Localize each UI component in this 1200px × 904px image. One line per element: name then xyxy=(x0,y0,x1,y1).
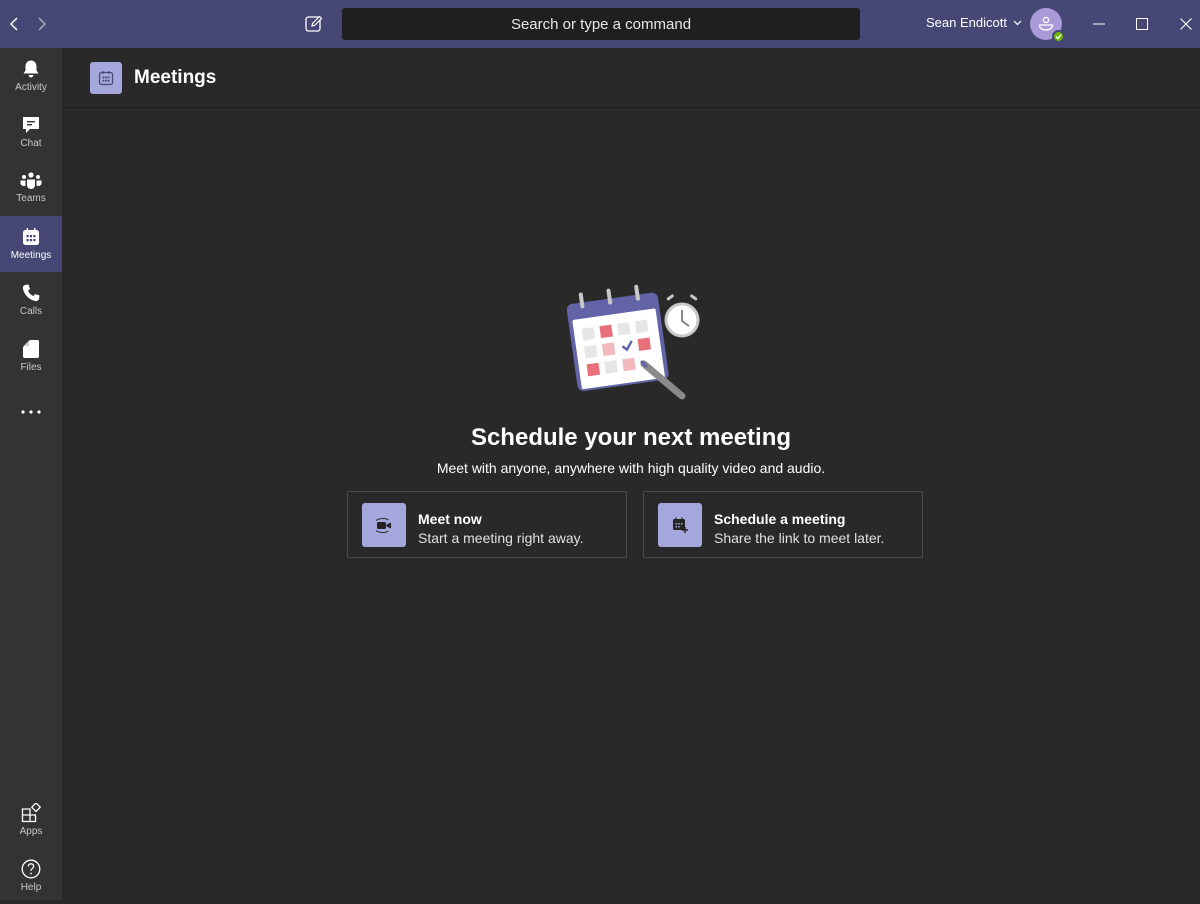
rail-label: Activity xyxy=(15,82,47,93)
rail-item-files[interactable]: Files xyxy=(0,328,62,384)
rail-item-activity[interactable]: Activity xyxy=(0,48,62,104)
minimize-icon xyxy=(1093,23,1105,25)
search-placeholder: Search or type a command xyxy=(510,15,692,33)
empty-state-headline: Schedule your next meeting xyxy=(470,424,792,451)
calendar-icon xyxy=(23,228,39,245)
rail-item-chat[interactable]: Chat xyxy=(0,104,62,160)
minimize-button[interactable] xyxy=(1087,12,1111,36)
calendar-add-icon xyxy=(673,517,688,533)
new-chat-button[interactable] xyxy=(302,12,326,36)
phone-icon xyxy=(22,284,40,302)
card-description: Share the link to meet later. xyxy=(714,530,885,546)
checkmark-icon xyxy=(1055,34,1062,40)
rail-label: Meetings xyxy=(10,250,52,261)
chat-icon xyxy=(23,117,39,133)
rail-item-apps[interactable]: Apps xyxy=(0,792,62,848)
close-button[interactable] xyxy=(1174,12,1198,36)
file-icon xyxy=(23,340,39,358)
help-icon xyxy=(21,859,41,879)
avatar[interactable] xyxy=(1030,8,1065,43)
teams-icon xyxy=(20,172,42,189)
card-icon-box xyxy=(658,503,702,547)
maximize-icon xyxy=(1136,18,1148,30)
card-title: Schedule a meeting xyxy=(714,511,846,527)
back-button[interactable] xyxy=(4,12,24,36)
page-header: Meetings xyxy=(62,48,1200,108)
schedule-meeting-button[interactable]: Schedule a meeting Share the link to mee… xyxy=(643,491,923,558)
maximize-button[interactable] xyxy=(1130,12,1154,36)
header-app-icon xyxy=(90,62,122,94)
user-menu[interactable]: Sean Endicott xyxy=(926,15,1022,30)
search-input[interactable]: Search or type a command xyxy=(342,8,860,40)
card-icon-box xyxy=(362,503,406,547)
apps-icon xyxy=(21,803,41,823)
close-icon xyxy=(1180,18,1192,30)
rail-item-calls[interactable]: Calls xyxy=(0,272,62,328)
rail-item-help[interactable]: Help xyxy=(0,848,62,904)
rail-label: Calls xyxy=(19,306,43,317)
title-bar: Search or type a command Sean Endicott xyxy=(0,0,1200,48)
chevron-down-icon xyxy=(1013,20,1022,25)
card-title: Meet now xyxy=(418,511,482,527)
chevron-right-icon xyxy=(38,17,47,31)
page-title: Meetings xyxy=(134,67,217,88)
video-camera-icon xyxy=(375,518,391,533)
person-icon xyxy=(1038,16,1054,31)
rail-item-teams[interactable]: Teams xyxy=(0,160,62,216)
calendar-icon xyxy=(98,71,114,86)
compose-icon xyxy=(305,15,323,32)
presence-badge xyxy=(1052,30,1065,43)
more-apps-button[interactable] xyxy=(0,384,62,440)
main-content: Meetings Schedule your next meeting Meet… xyxy=(62,48,1200,900)
chevron-left-icon xyxy=(9,17,18,31)
rail-label: Apps xyxy=(19,826,43,837)
rail-label: Teams xyxy=(16,193,46,204)
calendar-illustration xyxy=(566,284,700,400)
rail-label: Files xyxy=(20,362,42,373)
rail-item-meetings[interactable]: Meetings xyxy=(0,216,62,272)
meet-now-button[interactable]: Meet now Start a meeting right away. xyxy=(347,491,627,558)
forward-button[interactable] xyxy=(32,12,52,36)
more-icon xyxy=(21,410,41,414)
empty-state-subline: Meet with anyone, anywhere with high qua… xyxy=(436,460,826,476)
app-rail: Activity Chat Teams Meetings Calls Files… xyxy=(0,48,62,900)
card-description: Start a meeting right away. xyxy=(418,530,584,546)
user-name: Sean Endicott xyxy=(926,15,1007,30)
rail-label: Help xyxy=(20,882,42,893)
bell-icon xyxy=(23,60,39,78)
rail-label: Chat xyxy=(20,138,42,149)
